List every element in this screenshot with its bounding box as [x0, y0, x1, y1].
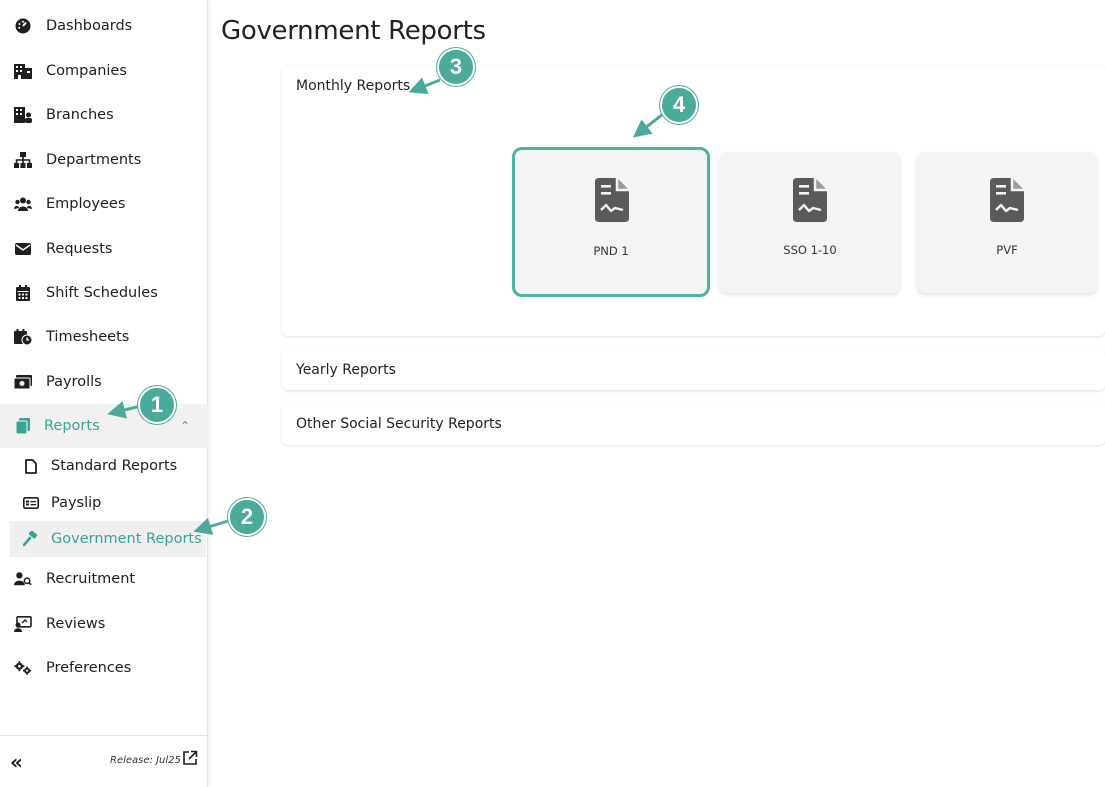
id-card-icon	[23, 495, 39, 511]
sidebar-subitem-label: Standard Reports	[51, 458, 178, 474]
sidebar-subitem-label: Payslip	[51, 495, 102, 511]
sidebar-subitem-standard-reports[interactable]: Standard Reports	[10, 448, 208, 484]
dashboard-gauge-icon	[14, 17, 32, 35]
file-outline-icon	[23, 458, 39, 474]
sidebar-item-label: Timesheets	[46, 329, 130, 345]
annotation-badge: 2	[228, 498, 266, 536]
section-title[interactable]: Monthly Reports	[296, 78, 410, 94]
other-social-security-reports-panel[interactable]: Other Social Security Reports	[282, 404, 1105, 445]
sidebar-item-label: Shift Schedules	[46, 285, 158, 301]
sidebar-item-shift-schedules[interactable]: Shift Schedules	[0, 271, 208, 315]
annotation-badge: 3	[437, 48, 475, 86]
sidebar-item-label: Preferences	[46, 660, 132, 676]
sidebar-item-payrolls[interactable]: Payrolls	[0, 360, 208, 404]
sidebar-item-departments[interactable]: Departments	[0, 138, 208, 182]
org-chart-icon	[14, 151, 32, 169]
sidebar-item-label: Payrolls	[46, 374, 102, 390]
sidebar-item-branches[interactable]: Branches	[0, 93, 208, 137]
envelope-icon	[14, 240, 32, 258]
sidebar-item-employees[interactable]: Employees	[0, 182, 208, 226]
sidebar: Dashboards Companies Branches Department…	[0, 0, 208, 787]
branch-building-icon	[14, 106, 32, 124]
report-card-label: PND 1	[593, 244, 629, 258]
sidebar-item-label: Employees	[46, 196, 126, 212]
double-chevron-left-icon[interactable]: «	[10, 750, 23, 774]
sidebar-item-reports[interactable]: Reports ⌃	[0, 404, 208, 448]
sidebar-item-label: Dashboards	[46, 18, 133, 34]
page-title: Government Reports	[221, 16, 486, 46]
section-title: Yearly Reports	[296, 362, 396, 378]
sidebar-subitem-government-reports[interactable]: Government Reports	[10, 521, 206, 557]
sidebar-item-requests[interactable]: Requests	[0, 227, 208, 271]
annotation-badge: 4	[660, 86, 698, 124]
sidebar-item-label: Recruitment	[46, 571, 136, 587]
report-card-label: SSO 1-10	[783, 243, 837, 257]
report-card-sso-1-10[interactable]: SSO 1-10	[720, 152, 900, 293]
sidebar-subitem-label: Government Reports	[51, 531, 202, 547]
sidebar-item-companies[interactable]: Companies	[0, 49, 208, 93]
gavel-icon	[23, 531, 39, 547]
sidebar-item-timesheets[interactable]: Timesheets	[0, 315, 208, 359]
calendar-clock-icon	[14, 328, 32, 346]
copy-docs-icon	[14, 417, 32, 435]
release-version: Release: Jul25	[110, 755, 181, 766]
review-board-icon	[14, 615, 32, 633]
sidebar-item-label: Companies	[46, 63, 127, 79]
money-icon	[14, 373, 32, 391]
sidebar-item-label: Departments	[46, 152, 142, 168]
section-title: Other Social Security Reports	[296, 416, 502, 432]
user-search-icon	[14, 570, 32, 588]
report-card-pnd1[interactable]: PND 1	[512, 147, 710, 297]
report-document-icon	[595, 178, 629, 222]
chevron-up-icon[interactable]: ⌃	[180, 419, 190, 433]
sidebar-item-preferences[interactable]: Preferences	[0, 646, 208, 690]
yearly-reports-panel[interactable]: Yearly Reports	[282, 349, 1105, 390]
sidebar-item-label: Requests	[46, 241, 113, 257]
report-card-pvf[interactable]: PVF	[917, 152, 1097, 293]
report-document-icon	[990, 178, 1024, 222]
report-card-label: PVF	[996, 243, 1018, 257]
annotation-badge: 1	[138, 386, 176, 424]
sidebar-footer: « Release: Jul25	[0, 735, 208, 787]
sidebar-item-label: Reports	[44, 418, 100, 434]
sidebar-item-dashboards[interactable]: Dashboards	[0, 4, 208, 48]
sidebar-item-reviews[interactable]: Reviews	[0, 602, 208, 646]
external-link-icon[interactable]	[182, 750, 198, 770]
calendar-icon	[14, 284, 32, 302]
building-icon	[14, 62, 32, 80]
gears-icon	[14, 659, 32, 677]
sidebar-subitem-payslip[interactable]: Payslip	[10, 485, 208, 521]
users-icon	[14, 195, 32, 213]
sidebar-item-label: Branches	[46, 107, 114, 123]
sidebar-item-recruitment[interactable]: Recruitment	[0, 557, 208, 601]
report-document-icon	[793, 178, 827, 222]
sidebar-item-label: Reviews	[46, 616, 106, 632]
